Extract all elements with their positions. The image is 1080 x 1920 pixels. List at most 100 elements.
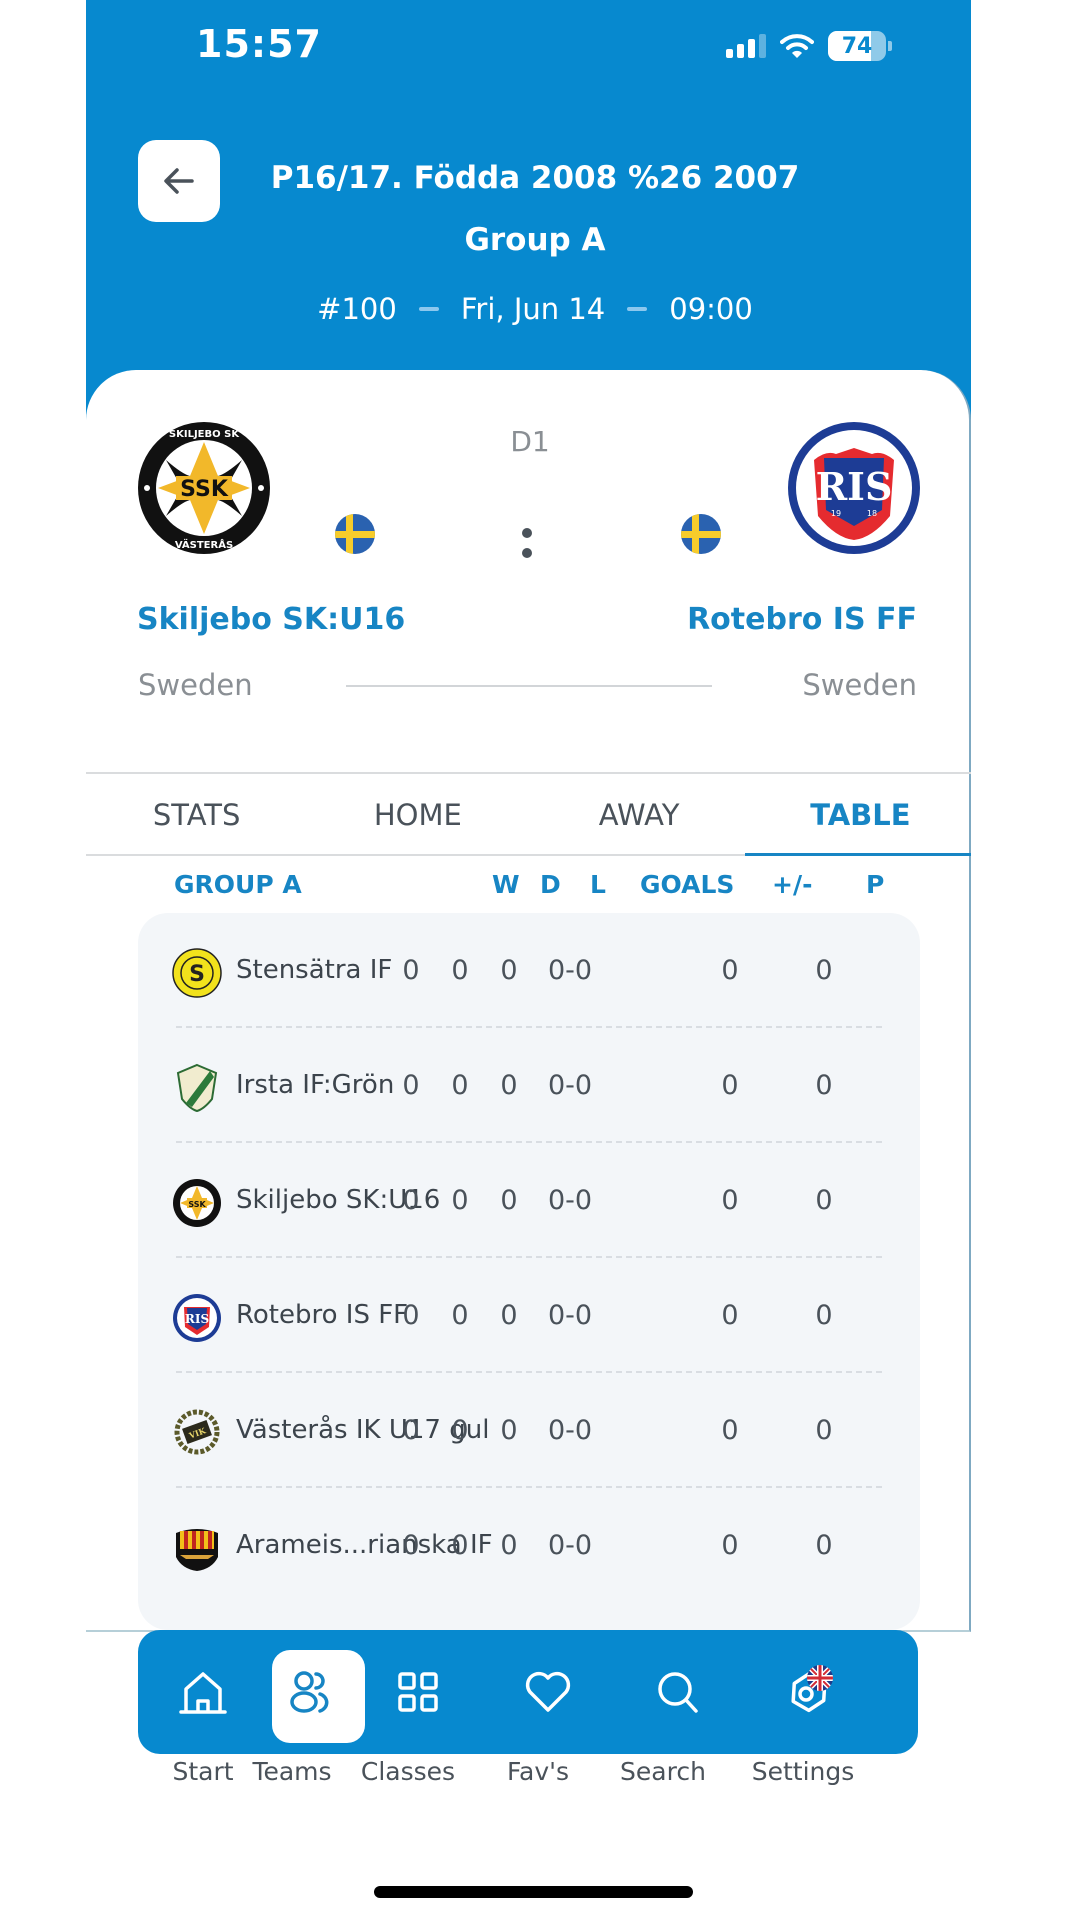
wins: 0: [402, 1185, 420, 1216]
table-row[interactable]: SSK Skiljebo SK:U16 0 0 0 0-0 0 0: [138, 1143, 920, 1258]
home-team-name[interactable]: Skiljebo SK:U16: [137, 602, 405, 637]
wifi-icon: [780, 34, 814, 58]
header-points: P: [866, 870, 885, 899]
wins: 0: [402, 955, 420, 986]
header-d: D: [540, 870, 561, 899]
group-title: Group A: [464, 222, 606, 258]
table-row[interactable]: VIK Västerås IK U17 gul 0 0 0 0-0 0 0: [138, 1373, 920, 1488]
svg-text:SKILJEBO SK: SKILJEBO SK: [169, 429, 240, 440]
tab-away[interactable]: AWAY: [529, 774, 750, 856]
tab-home[interactable]: HOME: [307, 774, 528, 856]
goals: 0-0: [547, 1185, 593, 1216]
losses: 0: [500, 1415, 518, 1446]
team-name: Stensätra IF: [236, 955, 393, 985]
status-time: 15:57: [196, 22, 322, 66]
goals: 0-0: [547, 955, 593, 986]
draws: 0: [451, 1530, 469, 1561]
draws: 0: [451, 955, 469, 986]
class-title: P16/17. Födda 2008 %26 2007: [270, 160, 800, 196]
team-name: Rotebro IS FF: [236, 1300, 409, 1330]
goal-diff: 0: [721, 1185, 739, 1216]
home-indicator[interactable]: [374, 1886, 693, 1898]
irsta-crest: [176, 1063, 218, 1113]
battery-tip: [888, 41, 892, 51]
nav-label-search[interactable]: Search: [593, 1757, 733, 1786]
rotebro-is-crest[interactable]: RIS 19 18: [786, 420, 922, 556]
draws: 0: [451, 1185, 469, 1216]
cellular-signal-icon: [726, 34, 766, 58]
active-tab-indicator: [745, 853, 971, 856]
skiljebo-crest: SSK: [173, 1179, 221, 1227]
tab-stats[interactable]: STATS: [86, 774, 307, 856]
table-row[interactable]: Arameis...rianska IF 0 0 0 0-0 0 0: [138, 1488, 920, 1603]
uk-flag-icon: [807, 1665, 833, 1691]
tab-table[interactable]: TABLE: [750, 774, 971, 856]
score-separator: [522, 528, 532, 568]
goal-diff: 0: [721, 1530, 739, 1561]
back-button[interactable]: [138, 140, 220, 222]
separator: [627, 307, 648, 311]
losses: 0: [500, 1300, 518, 1331]
arameisk-crest: [176, 1529, 218, 1571]
battery-percent: 74: [841, 33, 873, 59]
heart-icon: [525, 1671, 571, 1712]
nav-search[interactable]: [613, 1630, 743, 1754]
wins: 0: [402, 1530, 420, 1561]
points: 0: [815, 1415, 833, 1446]
losses: 0: [500, 1185, 518, 1216]
goals: 0-0: [547, 1530, 593, 1561]
header-l: L: [590, 870, 606, 899]
arrow-left-icon: [164, 168, 194, 194]
goal-diff: 0: [721, 1415, 739, 1446]
svg-text:RIS: RIS: [816, 464, 893, 509]
nav-favs[interactable]: [483, 1630, 613, 1754]
skiljebo-sk-crest[interactable]: SSK SKILJEBO SK VÄSTERÅS: [136, 420, 272, 556]
goals: 0-0: [547, 1415, 593, 1446]
nav-label-classes[interactable]: Classes: [338, 1757, 478, 1786]
round-label: D1: [510, 425, 550, 458]
points: 0: [815, 1185, 833, 1216]
draws: 0: [451, 1300, 469, 1331]
table-row[interactable]: Irsta IF:Grön 0 0 0 0-0 0 0: [138, 1028, 920, 1143]
points: 0: [815, 1530, 833, 1561]
away-team-country: Sweden: [802, 668, 917, 702]
table-row[interactable]: S Stensätra IF 0 0 0 0-0 0 0: [138, 913, 920, 1028]
svg-text:SSK: SSK: [188, 1200, 206, 1209]
wins: 0: [402, 1300, 420, 1331]
goals: 0-0: [547, 1300, 593, 1331]
nav-settings[interactable]: [743, 1630, 873, 1754]
search-icon: [658, 1672, 698, 1713]
sweden-flag-icon: [335, 514, 375, 554]
match-tabs: STATS HOME AWAY TABLE: [86, 774, 971, 856]
svg-text:19: 19: [831, 509, 841, 518]
nav-label-settings[interactable]: Settings: [733, 1757, 873, 1786]
rotebro-crest: RIS: [173, 1294, 221, 1342]
draws: 0: [451, 1070, 469, 1101]
table-row[interactable]: RIS Rotebro IS FF 0 0 0 0-0 0 0: [138, 1258, 920, 1373]
bottom-nav-labels: Start Teams Classes Fav's Search Setting…: [138, 1757, 918, 1797]
nav-label-favs[interactable]: Fav's: [468, 1757, 608, 1786]
battery-icon: 74: [828, 31, 886, 61]
away-team-name[interactable]: Rotebro IS FF: [687, 602, 917, 637]
users-icon: [290, 1671, 329, 1713]
wins: 0: [402, 1415, 420, 1446]
goal-diff: 0: [721, 1300, 739, 1331]
losses: 0: [500, 1070, 518, 1101]
match-time: 09:00: [669, 292, 753, 326]
svg-text:VÄSTERÅS: VÄSTERÅS: [175, 537, 233, 551]
nav-classes[interactable]: [353, 1630, 483, 1754]
goal-diff: 0: [721, 955, 739, 986]
svg-text:S: S: [189, 962, 205, 987]
bottom-nav: [138, 1630, 918, 1754]
grid-icon: [398, 1672, 438, 1712]
points: 0: [815, 1300, 833, 1331]
vasteras-ik-crest: VIK: [174, 1409, 220, 1455]
settings-icon: [791, 1665, 833, 1713]
header-goals: GOALS: [640, 870, 735, 899]
home-team-country: Sweden: [138, 668, 253, 702]
status-icons: 74: [726, 28, 892, 64]
home-icon: [179, 1672, 227, 1714]
losses: 0: [500, 955, 518, 986]
svg-text:RIS: RIS: [185, 1312, 209, 1326]
sweden-flag-icon: [681, 514, 721, 554]
